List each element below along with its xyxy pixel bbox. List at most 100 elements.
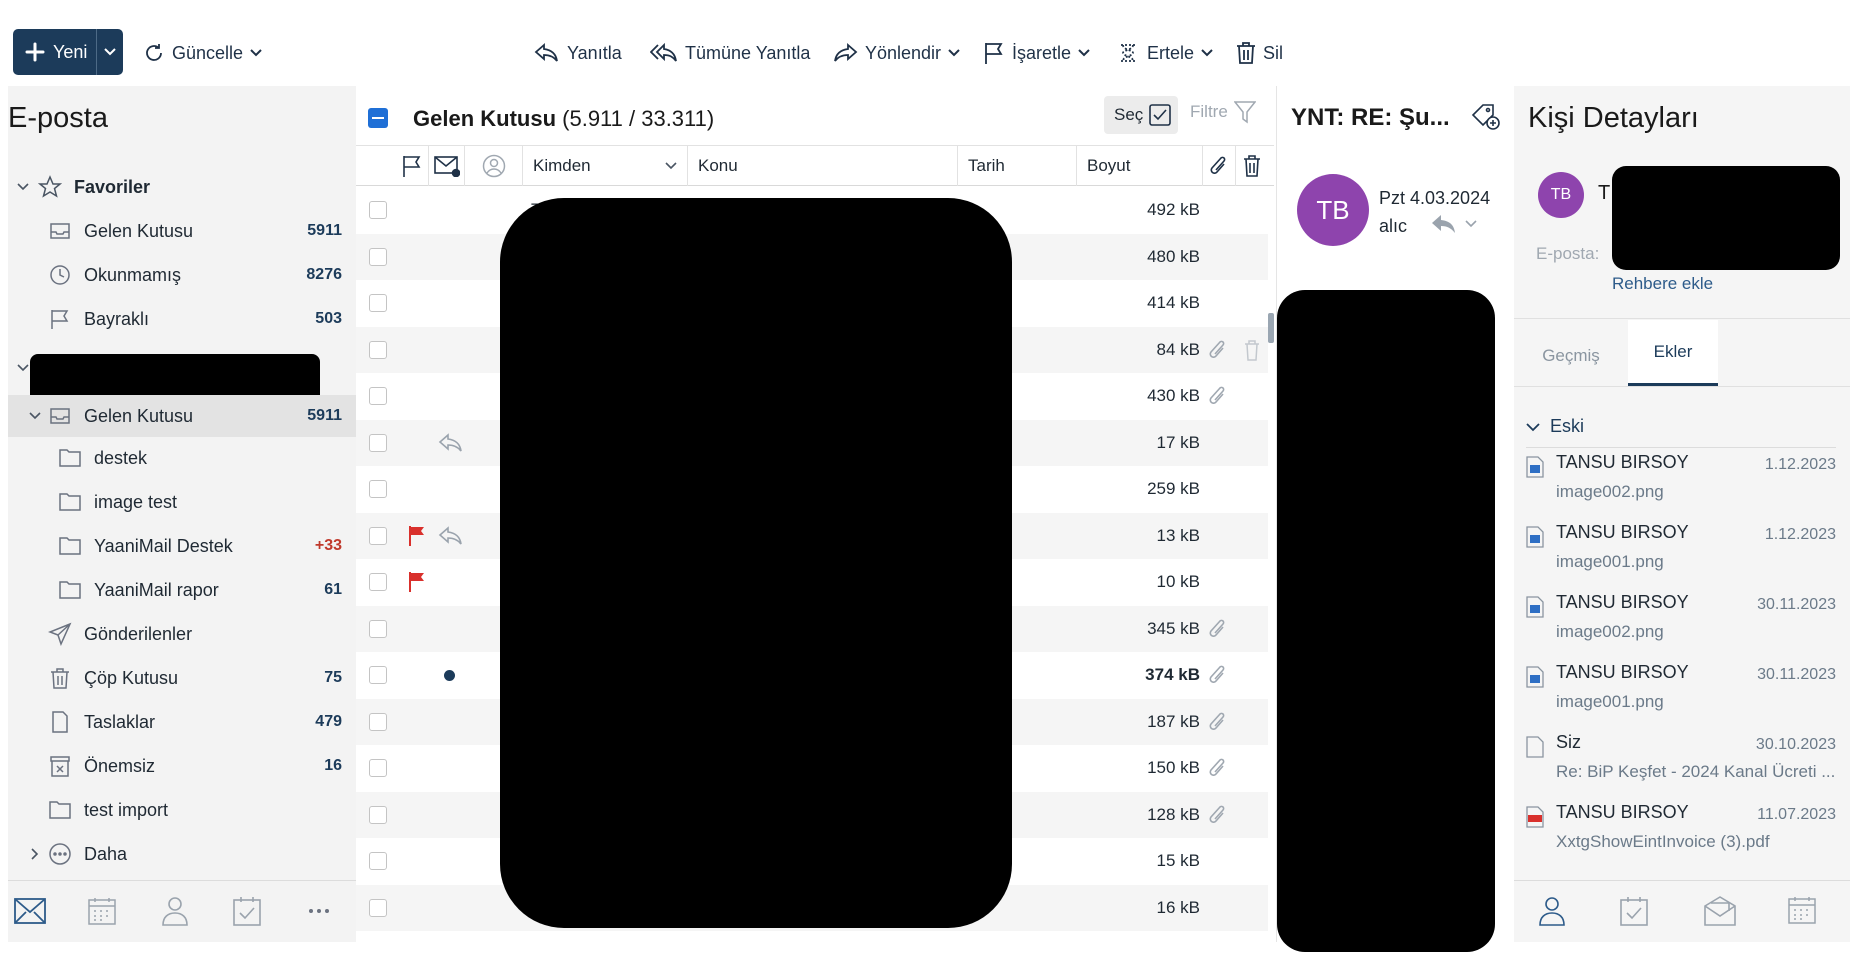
row-checkbox[interactable] [369, 573, 387, 592]
flag-icon[interactable] [408, 571, 426, 593]
read-status-column[interactable] [429, 146, 465, 186]
sidebar-item-sent[interactable]: Gönderilenler [8, 614, 356, 654]
row-size: 15 kB [1156, 851, 1200, 871]
tab-attachments[interactable]: Ekler [1628, 320, 1718, 386]
row-checkbox[interactable] [369, 340, 387, 359]
sidebar-item-label: Bayraklı [84, 308, 150, 329]
row-checkbox[interactable] [369, 526, 387, 545]
calendar-icon[interactable] [88, 897, 116, 925]
attachment-filename[interactable]: image001.png [1556, 552, 1836, 572]
new-dropdown-button[interactable] [97, 29, 123, 75]
delete-button[interactable]: Sil [1236, 36, 1283, 70]
attachment-column[interactable] [1203, 146, 1236, 186]
row-checkbox[interactable] [369, 387, 387, 406]
attachment-filename[interactable]: image002.png [1556, 482, 1836, 502]
refresh-button[interactable]: Güncelle [143, 36, 262, 70]
list-item[interactable]: TANSU BIRSOY 30.11.2023 image001.png [1514, 660, 1850, 730]
select-all-checkbox[interactable] [368, 108, 388, 128]
sender-avatar-column[interactable] [465, 146, 523, 186]
new-button[interactable]: Yeni [13, 29, 96, 75]
reply-all-button[interactable]: Tümüne Yanıtla [650, 36, 810, 70]
sidebar-item-drafts[interactable]: Taslaklar 479 [8, 702, 356, 742]
chevron-down-icon [1526, 422, 1540, 431]
row-checkbox[interactable] [369, 433, 387, 452]
unread-dot-icon[interactable] [444, 669, 455, 681]
trash-icon[interactable] [1244, 339, 1260, 361]
row-size: 414 kB [1147, 293, 1200, 313]
row-checkbox[interactable] [369, 805, 387, 824]
add-tag-icon[interactable] [1471, 103, 1501, 131]
row-checkbox[interactable] [369, 666, 387, 685]
sidebar-item-trash[interactable]: Çöp Kutusu 75 [8, 658, 356, 698]
reply-button[interactable]: Yanıtla [534, 36, 622, 70]
snooze-button[interactable]: Ertele [1116, 36, 1213, 70]
chevron-down-icon [1201, 49, 1213, 57]
contact-person-icon[interactable] [1538, 896, 1566, 926]
add-to-contacts-link[interactable]: Rehbere ekle [1612, 274, 1713, 294]
sidebar-item-flagged[interactable]: Bayraklı 503 [8, 299, 356, 339]
chevron-down-icon[interactable] [1465, 220, 1477, 228]
filter-button[interactable]: Filtre [1190, 100, 1256, 124]
row-checkbox[interactable] [369, 294, 387, 313]
list-item[interactable]: TANSU BIRSOY 30.11.2023 image002.png [1514, 590, 1850, 660]
forward-button[interactable]: Yönlendir [832, 36, 960, 70]
reply-icon[interactable] [1431, 214, 1457, 234]
sidebar-item-destek[interactable]: destek [8, 438, 356, 478]
reading-pane: YNT: RE: Şu... TB Pzt 4.03.2024 alıc [1276, 86, 1514, 952]
sidebar-item-junk[interactable]: Önemsiz 16 [8, 746, 356, 786]
sidebar-item-unread[interactable]: Okunmamış 8276 [8, 255, 356, 295]
recipient-label: alıc [1379, 216, 1408, 236]
favorites-header[interactable]: Favoriler [8, 167, 356, 207]
row-checkbox[interactable] [369, 759, 387, 778]
flag-icon[interactable] [408, 525, 426, 547]
sender-avatar[interactable]: TB [1297, 174, 1369, 246]
mail-history-icon[interactable] [1704, 896, 1736, 926]
message-list: Gelen Kutusu (5.911 / 33.311) Seç Filtre… [356, 86, 1274, 942]
attachment-filename[interactable]: image002.png [1556, 622, 1836, 642]
row-checkbox[interactable] [369, 480, 387, 499]
tasks-icon[interactable] [1620, 896, 1648, 926]
from-column-header[interactable]: Kimden [523, 146, 688, 186]
sidebar-item-favorite-inbox[interactable]: Gelen Kutusu 5911 [8, 211, 356, 251]
list-item[interactable]: Siz 30.10.2023 Re: BiP Keşfet - 2024 Kanal… [1514, 730, 1850, 800]
list-scrollbar-thumb[interactable] [1268, 313, 1274, 343]
list-item[interactable]: TANSU BIRSOY 1.12.2023 image002.png [1514, 450, 1850, 520]
sidebar-item-more[interactable]: Daha [8, 834, 356, 874]
tasks-icon[interactable] [233, 896, 261, 926]
sidebar-item-inbox[interactable]: Gelen Kutusu 5911 [8, 395, 356, 437]
mark-button[interactable]: İşaretle [983, 36, 1090, 70]
favorites-label: Favoriler [74, 176, 151, 197]
select-button[interactable]: Seç [1104, 96, 1178, 134]
row-checkbox[interactable] [369, 201, 387, 220]
more-apps-icon[interactable] [308, 908, 330, 914]
attachment-group-header[interactable]: Eski [1526, 416, 1584, 437]
row-checkbox[interactable] [369, 898, 387, 917]
list-item[interactable]: TANSU BIRSOY 1.12.2023 image001.png [1514, 520, 1850, 590]
size-column-header[interactable]: Boyut [1077, 146, 1203, 186]
tab-history[interactable]: Geçmiş [1514, 326, 1628, 386]
row-checkbox[interactable] [369, 712, 387, 731]
reply-all-label: Tümüne Yanıtla [685, 42, 811, 63]
sidebar-item-yaanimail-destek[interactable]: YaaniMail Destek +33 [8, 526, 356, 566]
row-checkbox[interactable] [369, 247, 387, 266]
attachment-filename[interactable]: image001.png [1556, 692, 1836, 712]
sidebar-item-test-import[interactable]: test import [8, 790, 356, 830]
sidebar-item-image-test[interactable]: image test [8, 482, 356, 522]
list-item[interactable]: TANSU BIRSOY 11.07.2023 XxtgShowEintInvoic… [1514, 800, 1850, 870]
group-label: Eski [1550, 416, 1585, 436]
contacts-icon[interactable] [161, 896, 189, 926]
sidebar-item-yaanimail-rapor[interactable]: YaaniMail rapor 61 [8, 570, 356, 610]
pdf-file-icon [1526, 806, 1544, 828]
attachment-filename[interactable]: XxtgShowEintInvoice (3).pdf [1556, 832, 1836, 852]
calendar-icon[interactable] [1788, 896, 1816, 924]
date-column-header[interactable]: Tarih [958, 146, 1077, 186]
message-list-header: Gelen Kutusu (5.911 / 33.311) Seç Filtre [356, 86, 1274, 146]
mail-app-icon[interactable] [14, 897, 46, 925]
flag-column[interactable] [396, 146, 429, 186]
row-checkbox[interactable] [369, 852, 387, 871]
delete-column[interactable] [1236, 146, 1268, 186]
subject-column-header[interactable]: Konu [688, 146, 958, 186]
row-checkbox[interactable] [369, 619, 387, 638]
attachment-filename[interactable]: Re: BiP Keşfet - 2024 Kanal Ücreti ... [1556, 762, 1836, 782]
row-size: 84 kB [1156, 339, 1200, 359]
